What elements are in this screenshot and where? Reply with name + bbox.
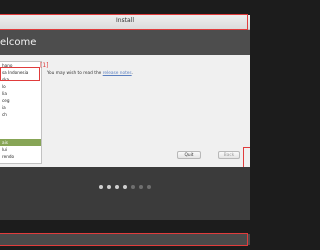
progress-area <box>0 167 250 220</box>
quit-button[interactable]: Quit <box>177 151 201 159</box>
annotation-frame-top <box>0 14 248 30</box>
annotation-frame-bottom <box>0 233 248 246</box>
release-notes-text: You may wish to read the release notes. <box>47 71 133 76</box>
language-item[interactable]: lui <box>0 146 41 153</box>
release-notes-suffix: . <box>131 71 134 76</box>
language-item[interactable]: lo <box>0 83 41 90</box>
language-item[interactable]: ais <box>0 139 41 146</box>
progress-dot <box>123 185 127 189</box>
progress-dot <box>115 185 119 189</box>
release-notes-link[interactable]: release notes <box>103 71 132 76</box>
progress-dot <box>107 185 111 189</box>
page-title: elcome <box>0 37 37 48</box>
language-item[interactable]: ia <box>0 104 41 111</box>
page-header: elcome <box>0 30 250 55</box>
release-notes-prefix: You may wish to read the <box>47 71 103 76</box>
language-item[interactable] <box>0 125 41 132</box>
language-item[interactable]: ch <box>0 111 41 118</box>
annotation-box <box>0 67 40 81</box>
language-item[interactable] <box>0 118 41 125</box>
progress-dot <box>147 185 151 189</box>
language-item[interactable]: lia <box>0 90 41 97</box>
progress-dot <box>99 185 103 189</box>
back-button[interactable]: Back <box>218 151 240 159</box>
progress-dot <box>139 185 143 189</box>
language-item[interactable]: ceg <box>0 97 41 104</box>
annotation-label: [1] <box>40 62 49 69</box>
language-item[interactable] <box>0 132 41 139</box>
language-item[interactable]: rendo <box>0 153 41 160</box>
progress-dot <box>131 185 135 189</box>
